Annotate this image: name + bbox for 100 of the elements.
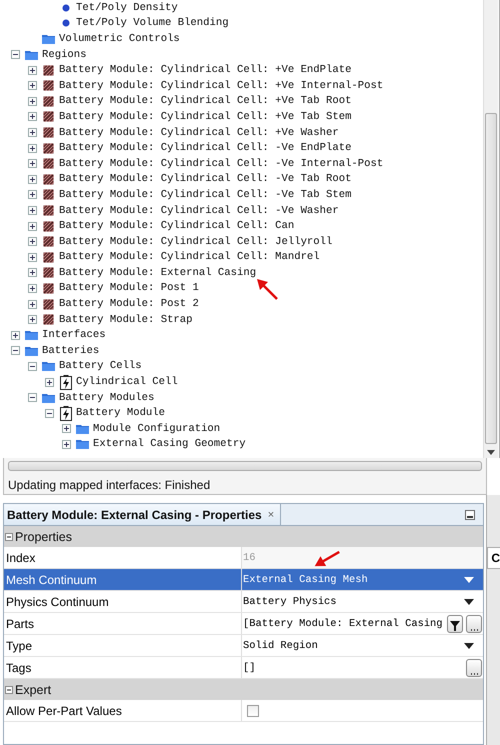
section-header[interactable]: Properties <box>15 530 72 544</box>
tree-item[interactable]: Volumetric Controls <box>57 32 180 45</box>
tree-item[interactable]: Interfaces <box>40 329 106 342</box>
property-value[interactable]: Solid Region <box>243 640 462 652</box>
property-label: Allow Per-Part Values <box>4 700 242 721</box>
expand-icon[interactable] <box>28 81 36 90</box>
hatched-square-icon <box>43 314 54 326</box>
property-value[interactable]: [] <box>243 662 464 674</box>
tree-item[interactable]: Battery Cells <box>57 360 142 372</box>
tree-item[interactable]: Battery Module: Cylindrical Cell: Jellyroll <box>57 236 332 248</box>
tree-item[interactable]: Battery Module: Cylindrical Cell: +Ve Tab Stem <box>57 110 352 123</box>
filter-icon <box>450 620 460 632</box>
expand-icon[interactable] <box>28 284 36 293</box>
tree-item[interactable]: Battery Module: External Casing <box>57 266 256 279</box>
tree-item[interactable]: Battery Module: Cylindrical Cell: -Ve Tab Root <box>57 173 352 186</box>
tree-item[interactable]: Module Configuration <box>91 422 220 435</box>
expand-icon[interactable] <box>28 144 36 153</box>
tree-item[interactable]: External Casing Geometry <box>91 438 246 450</box>
tree-item[interactable]: Battery Module: Cylindrical Cell: -Ve Washer <box>57 204 339 217</box>
expand-icon[interactable] <box>28 252 36 262</box>
tree-item[interactable]: Battery Module: Cylindrical Cell: Mandrel <box>57 251 320 264</box>
folder-icon <box>41 392 56 404</box>
tree-item[interactable]: Battery Module: Cylindrical Cell: -Ve Tab Stem <box>57 188 352 201</box>
tree-item[interactable]: Battery Module: Cylindrical Cell: -Ve Internal-Post <box>57 158 384 170</box>
tree-item[interactable]: Battery Module: Cylindrical Cell: -Ve EndPlate <box>57 142 352 154</box>
collapse-icon[interactable] <box>10 50 20 60</box>
property-value[interactable]: [Battery Module: External Casing <box>243 618 443 630</box>
expand-icon[interactable] <box>28 268 36 278</box>
expand-icon[interactable] <box>10 330 20 340</box>
tree-item[interactable]: Battery Module <box>74 407 166 420</box>
expand-icon[interactable] <box>28 96 36 106</box>
expand-icon[interactable] <box>28 159 36 168</box>
folder-icon <box>75 422 90 435</box>
collapse-icon[interactable] <box>5 686 13 694</box>
property-value[interactable]: External Casing Mesh <box>243 574 462 586</box>
tree-item[interactable]: Battery Module: Cylindrical Cell: +Ve EndPlate <box>57 64 352 76</box>
minimize-icon[interactable] <box>465 510 476 520</box>
expand-icon[interactable] <box>28 174 36 184</box>
collapse-icon[interactable] <box>5 532 13 540</box>
scrollbar-thumb[interactable] <box>485 113 497 444</box>
tree-item[interactable]: Battery Module: Cylindrical Cell: Can <box>57 220 294 232</box>
filter-button[interactable] <box>447 614 464 632</box>
expand-icon[interactable] <box>44 378 54 387</box>
expand-icon[interactable] <box>62 424 70 434</box>
hatched-square-icon <box>43 189 54 200</box>
tree-item[interactable]: Tet/Poly Volume Blending <box>74 17 229 30</box>
close-icon[interactable]: × <box>268 508 274 520</box>
folder-icon <box>24 344 39 357</box>
tree-item[interactable]: Regions <box>40 48 87 61</box>
hatched-square-icon <box>43 220 54 232</box>
ellipsis-button[interactable] <box>466 658 482 676</box>
property-row[interactable]: Index 16 <box>4 547 484 569</box>
tree-item[interactable]: Tet/Poly Density <box>74 2 178 14</box>
hatched-square-icon <box>43 174 54 185</box>
expand-icon[interactable] <box>28 300 36 309</box>
horizontal-scrollbar[interactable] <box>8 461 482 471</box>
properties-tab[interactable]: Battery Module: External Casing - Properties × <box>4 504 282 525</box>
tree-item[interactable]: Battery Modules <box>57 392 154 404</box>
tree-item[interactable]: Battery Module: Cylindrical Cell: +Ve Tab Root <box>57 95 352 108</box>
panel-tab[interactable]: C <box>487 547 500 569</box>
battery-icon <box>60 374 72 390</box>
dropdown-arrow-icon[interactable] <box>464 642 474 648</box>
checkbox[interactable] <box>247 704 259 716</box>
property-row[interactable]: Parts [Battery Module: External Casing <box>4 613 484 635</box>
expand-icon[interactable] <box>28 112 36 122</box>
expand-icon[interactable] <box>28 237 36 246</box>
expand-icon[interactable] <box>62 440 70 449</box>
collapse-icon[interactable] <box>28 393 36 402</box>
collapse-icon[interactable] <box>44 408 54 418</box>
tree-item[interactable]: Battery Module: Post 1 <box>57 282 199 294</box>
tree-item[interactable]: Battery Module: Cylindrical Cell: +Ve Internal-Post <box>57 80 384 92</box>
property-value[interactable]: Battery Physics <box>243 596 462 608</box>
tree-item[interactable]: Cylindrical Cell <box>74 376 178 388</box>
collapse-icon[interactable] <box>10 346 20 356</box>
expand-icon[interactable] <box>28 222 36 231</box>
ellipsis-button[interactable] <box>466 614 482 632</box>
expand-icon[interactable] <box>28 206 36 216</box>
section-header[interactable]: Expert <box>15 682 52 696</box>
property-row[interactable]: Allow Per-Part Values <box>4 700 484 722</box>
property-row[interactable]: Physics Continuum Battery Physics <box>4 591 484 613</box>
property-row[interactable]: Mesh Continuum External Casing Mesh <box>4 569 484 591</box>
tree-item[interactable]: Battery Module: Cylindrical Cell: +Ve Washer <box>57 126 339 139</box>
tree-item[interactable]: Battery Module: Strap <box>57 314 193 326</box>
dropdown-arrow-icon[interactable] <box>464 598 474 604</box>
property-row[interactable]: Type Solid Region <box>4 635 484 657</box>
expand-icon[interactable] <box>28 190 36 200</box>
expand-icon[interactable] <box>28 66 36 75</box>
hatched-square-icon <box>43 298 54 310</box>
expand-icon[interactable] <box>28 315 36 324</box>
tree-item[interactable]: Batteries <box>40 344 100 357</box>
vertical-scrollbar[interactable] <box>483 0 498 458</box>
battery-icon <box>60 406 72 421</box>
hatched-square-icon <box>43 267 54 278</box>
tree-item[interactable]: Battery Module: Post 2 <box>57 298 199 310</box>
expand-icon[interactable] <box>28 128 36 138</box>
scroll-down-icon[interactable] <box>487 450 495 455</box>
ellipsis-icon <box>470 628 478 632</box>
collapse-icon[interactable] <box>28 362 36 371</box>
hatched-square-icon <box>43 158 54 170</box>
hatched-square-icon <box>43 252 54 263</box>
